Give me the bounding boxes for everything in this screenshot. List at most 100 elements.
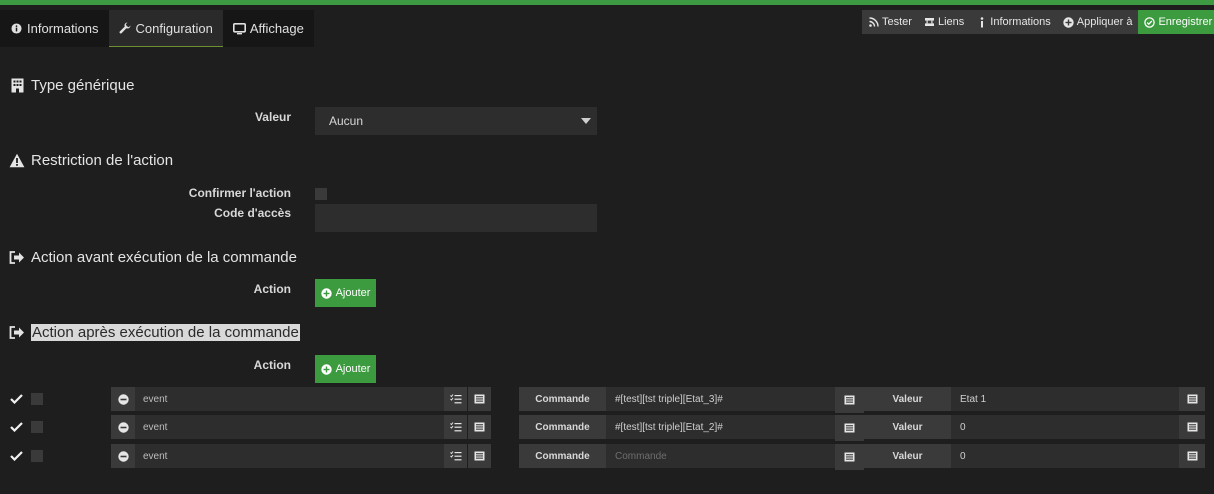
check-icon[interactable] <box>9 420 23 434</box>
check-icon[interactable] <box>9 392 23 406</box>
select-commande-button[interactable] <box>835 415 864 441</box>
tab-informations-label: Informations <box>27 21 99 36</box>
valeur-label: Valeur <box>864 444 951 468</box>
tasks-icon <box>449 422 461 432</box>
plus-circle-icon <box>1063 16 1074 28</box>
select-commande-button[interactable] <box>835 444 864 470</box>
liens-button[interactable]: Liens <box>917 10 971 34</box>
action-row: event Commande Commande Valeur 0 <box>0 444 1214 470</box>
select-valeur-button[interactable] <box>1179 444 1205 468</box>
valeur-label: Valeur <box>864 415 951 439</box>
section-type-generique-title: Type générique <box>31 77 135 94</box>
event-input[interactable]: event <box>135 387 444 411</box>
section-action-apres-title: Action après exécution de la commande <box>31 324 300 341</box>
monitor-icon <box>232 22 246 35</box>
commande-label: Commande <box>519 387 606 411</box>
tester-button[interactable]: Tester <box>862 10 918 34</box>
informations-button[interactable]: Informations <box>970 10 1057 34</box>
remove-row-button[interactable] <box>111 444 135 468</box>
list-alt-icon <box>474 394 485 404</box>
tab-informations[interactable]: Informations <box>0 10 109 47</box>
section-action-avant: Action avant exécution de la commande <box>9 249 297 266</box>
list-alt-icon <box>1187 394 1197 404</box>
sign-out-icon <box>9 250 25 266</box>
row-checkbox[interactable] <box>31 421 43 433</box>
rss-icon <box>868 17 879 28</box>
minus-circle-icon <box>117 421 129 433</box>
add-action-apres-label: Ajouter <box>335 363 371 375</box>
add-action-avant-label: Ajouter <box>335 287 371 299</box>
liens-label: Liens <box>937 16 965 28</box>
list-alt-button[interactable] <box>468 444 491 468</box>
list-alt-icon <box>844 423 855 433</box>
tab-affichage[interactable]: Affichage <box>222 10 314 47</box>
select-valeur-button[interactable] <box>1179 387 1205 411</box>
tab-affichage-label: Affichage <box>249 21 304 36</box>
task-list-button[interactable] <box>444 415 467 439</box>
tab-configuration-label: Configuration <box>135 20 213 36</box>
confirmer-checkbox[interactable] <box>315 188 327 200</box>
tester-label: Tester <box>882 16 912 28</box>
list-alt-button[interactable] <box>468 415 491 439</box>
info-circle-icon <box>10 22 23 35</box>
section-type-generique: Type générique <box>9 77 134 94</box>
add-action-avant-button[interactable]: Ajouter <box>315 279 376 307</box>
valeur-input[interactable]: 0 <box>951 444 1179 468</box>
commande-label: Commande <box>519 444 606 468</box>
select-valeur-button[interactable] <box>1179 415 1205 439</box>
valeur-input[interactable]: 0 <box>951 415 1179 439</box>
generic-type-select[interactable]: Aucun <box>315 107 597 135</box>
tab-configuration[interactable]: Configuration <box>108 10 223 47</box>
section-action-apres: Action après exécution de la commande <box>9 324 300 341</box>
action-row: event Commande #[test][tst triple][Etat_… <box>0 387 1214 413</box>
enregistrer-label: Enregistrer <box>1158 16 1213 28</box>
select-commande-button[interactable] <box>835 387 864 413</box>
sitemap-icon <box>924 17 935 28</box>
valeur-label: Valeur <box>254 110 291 124</box>
row-checkbox[interactable] <box>31 393 43 405</box>
action-toolbar: Tester Liens Informations Appliquer à En… <box>862 10 1214 34</box>
commande-input[interactable]: #[test][tst triple][Etat_3]# <box>606 387 835 411</box>
plus-circle-icon <box>320 287 332 299</box>
commande-label: Commande <box>519 415 606 439</box>
remove-row-button[interactable] <box>111 387 135 411</box>
event-input[interactable]: event <box>135 444 444 468</box>
appliquer-button[interactable]: Appliquer à <box>1056 10 1139 34</box>
list-alt-icon <box>474 451 485 461</box>
section-restriction-title: Restriction de l'action <box>31 152 174 169</box>
top-accent-bar <box>0 0 1214 5</box>
remove-row-button[interactable] <box>111 415 135 439</box>
list-alt-button[interactable] <box>468 387 491 411</box>
list-alt-icon <box>844 395 855 405</box>
valeur-input[interactable]: Etat 1 <box>951 387 1179 411</box>
task-list-button[interactable] <box>444 387 467 411</box>
action-apres-label: Action <box>253 358 291 372</box>
event-input[interactable]: event <box>135 415 444 439</box>
building-icon <box>9 78 25 94</box>
chevron-down-icon <box>581 118 591 124</box>
commande-input[interactable]: #[test][tst triple][Etat_2]# <box>606 415 835 439</box>
check-icon[interactable] <box>9 449 23 463</box>
generic-type-selected: Aucun <box>329 114 364 128</box>
row-checkbox[interactable] <box>31 450 43 462</box>
enregistrer-button[interactable]: Enregistrer <box>1138 10 1214 34</box>
action-row: event Commande #[test][tst triple][Etat_… <box>0 415 1214 441</box>
confirmer-label: Confirmer l'action <box>188 186 291 200</box>
commande-input[interactable]: Commande <box>606 444 835 468</box>
tasks-icon <box>449 394 461 404</box>
info-icon <box>976 16 987 28</box>
check-circle-icon <box>1144 16 1156 28</box>
list-alt-icon <box>844 452 855 462</box>
list-alt-icon <box>1187 451 1197 461</box>
tab-bar: Informations Configuration Affichage <box>0 10 314 48</box>
wrench-icon <box>119 22 132 35</box>
appliquer-label: Appliquer à <box>1076 16 1133 28</box>
list-alt-icon <box>474 422 485 432</box>
action-avant-label: Action <box>253 282 291 296</box>
informations-label: Informations <box>990 16 1051 28</box>
task-list-button[interactable] <box>444 444 467 468</box>
add-action-apres-button[interactable]: Ajouter <box>315 355 376 383</box>
section-action-avant-title: Action avant exécution de la commande <box>31 249 297 266</box>
sign-out-icon <box>9 325 25 341</box>
code-acces-input[interactable] <box>315 204 597 232</box>
